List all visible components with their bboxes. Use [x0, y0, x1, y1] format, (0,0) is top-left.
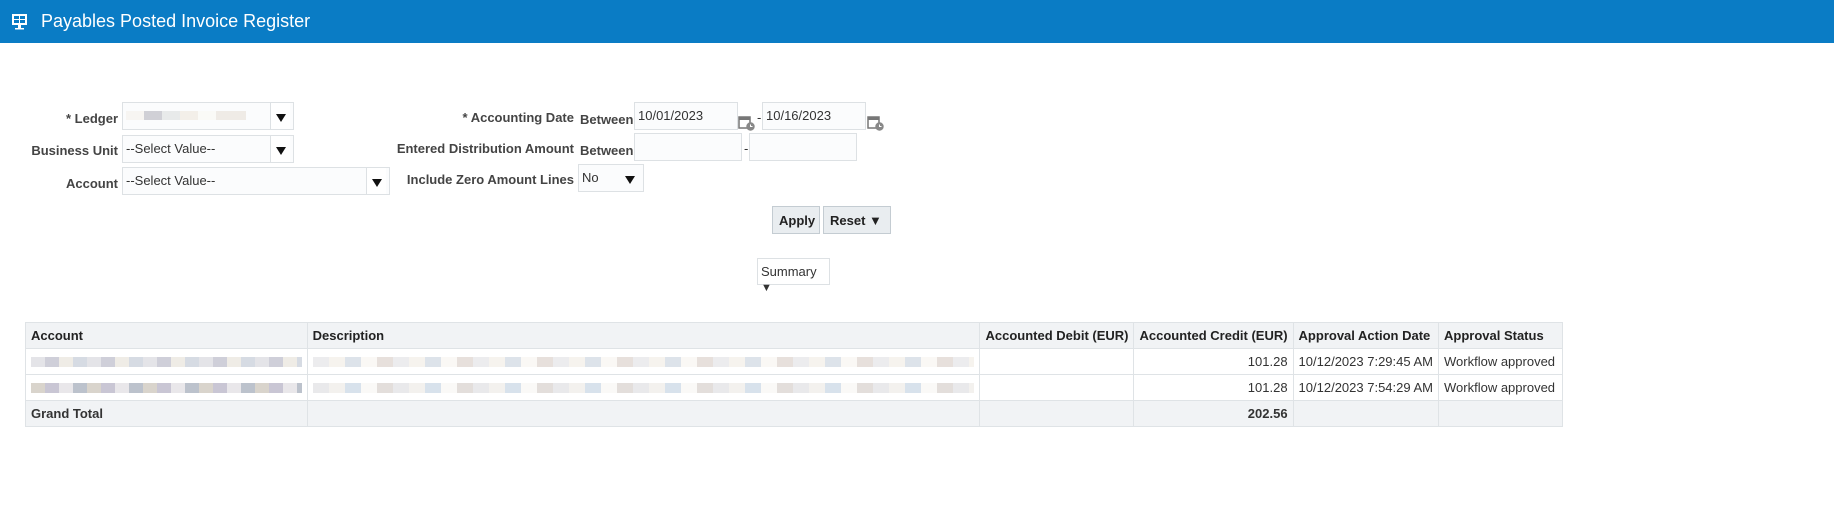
description-cell-redacted — [306, 374, 981, 401]
chevron-down-icon[interactable] — [270, 136, 290, 162]
chevron-down-icon[interactable] — [270, 103, 290, 129]
view-value: Summary — [761, 264, 817, 279]
account-select[interactable]: --Select Value-- — [122, 167, 390, 195]
credit-cell: 101.28 — [1133, 348, 1294, 375]
table-row: 101.28 10/12/2023 7:29:45 AM Workflow ap… — [25, 348, 1563, 375]
entered-amount-from[interactable] — [634, 133, 742, 161]
empty-cell — [1438, 400, 1563, 427]
col-description[interactable]: Description — [306, 322, 981, 349]
date-range-dash: - — [757, 110, 762, 125]
business-unit-value: --Select Value-- — [126, 141, 216, 156]
col-approval-date[interactable]: Approval Action Date — [1292, 322, 1440, 349]
col-debit[interactable]: Accounted Debit (EUR) — [979, 322, 1135, 349]
report-monitor-icon — [12, 14, 27, 30]
page-header: Payables Posted Invoice Register — [0, 0, 1834, 43]
reset-label: Reset — [830, 213, 866, 228]
grand-total-row: Grand Total 202.56 — [25, 400, 1563, 427]
account-cell-redacted — [25, 374, 308, 401]
empty-cell — [306, 400, 981, 427]
calendar-icon[interactable] — [738, 114, 755, 131]
approval-status-cell: Workflow approved — [1438, 374, 1563, 401]
ledger-value-redacted — [126, 111, 246, 120]
zero-lines-label: Include Zero Amount Lines — [406, 172, 574, 187]
business-unit-label: Business Unit — [31, 143, 118, 158]
page-title: Payables Posted Invoice Register — [41, 11, 311, 31]
account-cell-redacted — [25, 348, 308, 375]
zero-lines-value: No — [582, 170, 599, 185]
entered-amount-label: Entered Distribution Amount — [396, 141, 574, 156]
col-account[interactable]: Account — [25, 322, 308, 349]
entered-amount-between: Between — [580, 143, 634, 158]
ledger-label: * Ledger — [65, 111, 118, 126]
approval-date-cell: 10/12/2023 7:29:45 AM — [1292, 348, 1440, 375]
empty-cell — [1292, 400, 1440, 427]
ledger-select[interactable] — [122, 102, 294, 130]
business-unit-select[interactable]: --Select Value-- — [122, 135, 294, 163]
accounting-date-from[interactable]: 10/01/2023 — [634, 102, 738, 130]
results-table: Account Description Accounted Debit (EUR… — [25, 322, 1563, 427]
chevron-down-icon: ▼ — [761, 282, 772, 294]
grand-total-label: Grand Total — [25, 400, 308, 427]
table-header-row: Account Description Accounted Debit (EUR… — [25, 322, 1563, 349]
debit-cell — [979, 348, 1135, 375]
accounting-date-between: Between — [580, 112, 634, 127]
col-credit[interactable]: Accounted Credit (EUR) — [1133, 322, 1294, 349]
calendar-icon[interactable] — [867, 114, 884, 131]
empty-cell — [979, 400, 1135, 427]
table-row: 101.28 10/12/2023 7:54:29 AM Workflow ap… — [25, 374, 1563, 401]
reset-button[interactable]: Reset ▼ — [823, 206, 891, 234]
amount-range-dash: - — [744, 141, 749, 156]
approval-status-cell: Workflow approved — [1438, 348, 1563, 375]
accounting-date-label: * Accounting Date — [462, 110, 574, 125]
account-value: --Select Value-- — [126, 173, 216, 188]
entered-amount-to[interactable] — [749, 133, 857, 161]
chevron-down-icon[interactable] — [620, 165, 640, 191]
chevron-down-icon: ▼ — [869, 213, 882, 228]
account-label: Account — [66, 176, 118, 191]
zero-lines-select[interactable]: No — [578, 164, 644, 192]
description-cell-redacted — [306, 348, 981, 375]
apply-button[interactable]: Apply — [772, 206, 820, 234]
grand-total-credit: 202.56 — [1133, 400, 1294, 427]
credit-cell: 101.28 — [1133, 374, 1294, 401]
approval-date-cell: 10/12/2023 7:54:29 AM — [1292, 374, 1440, 401]
accounting-date-to[interactable]: 10/16/2023 — [762, 102, 866, 130]
col-approval-status[interactable]: Approval Status — [1438, 322, 1563, 349]
debit-cell — [979, 374, 1135, 401]
chevron-down-icon[interactable] — [366, 168, 386, 194]
view-select[interactable]: Summary ▼ — [757, 258, 830, 294]
